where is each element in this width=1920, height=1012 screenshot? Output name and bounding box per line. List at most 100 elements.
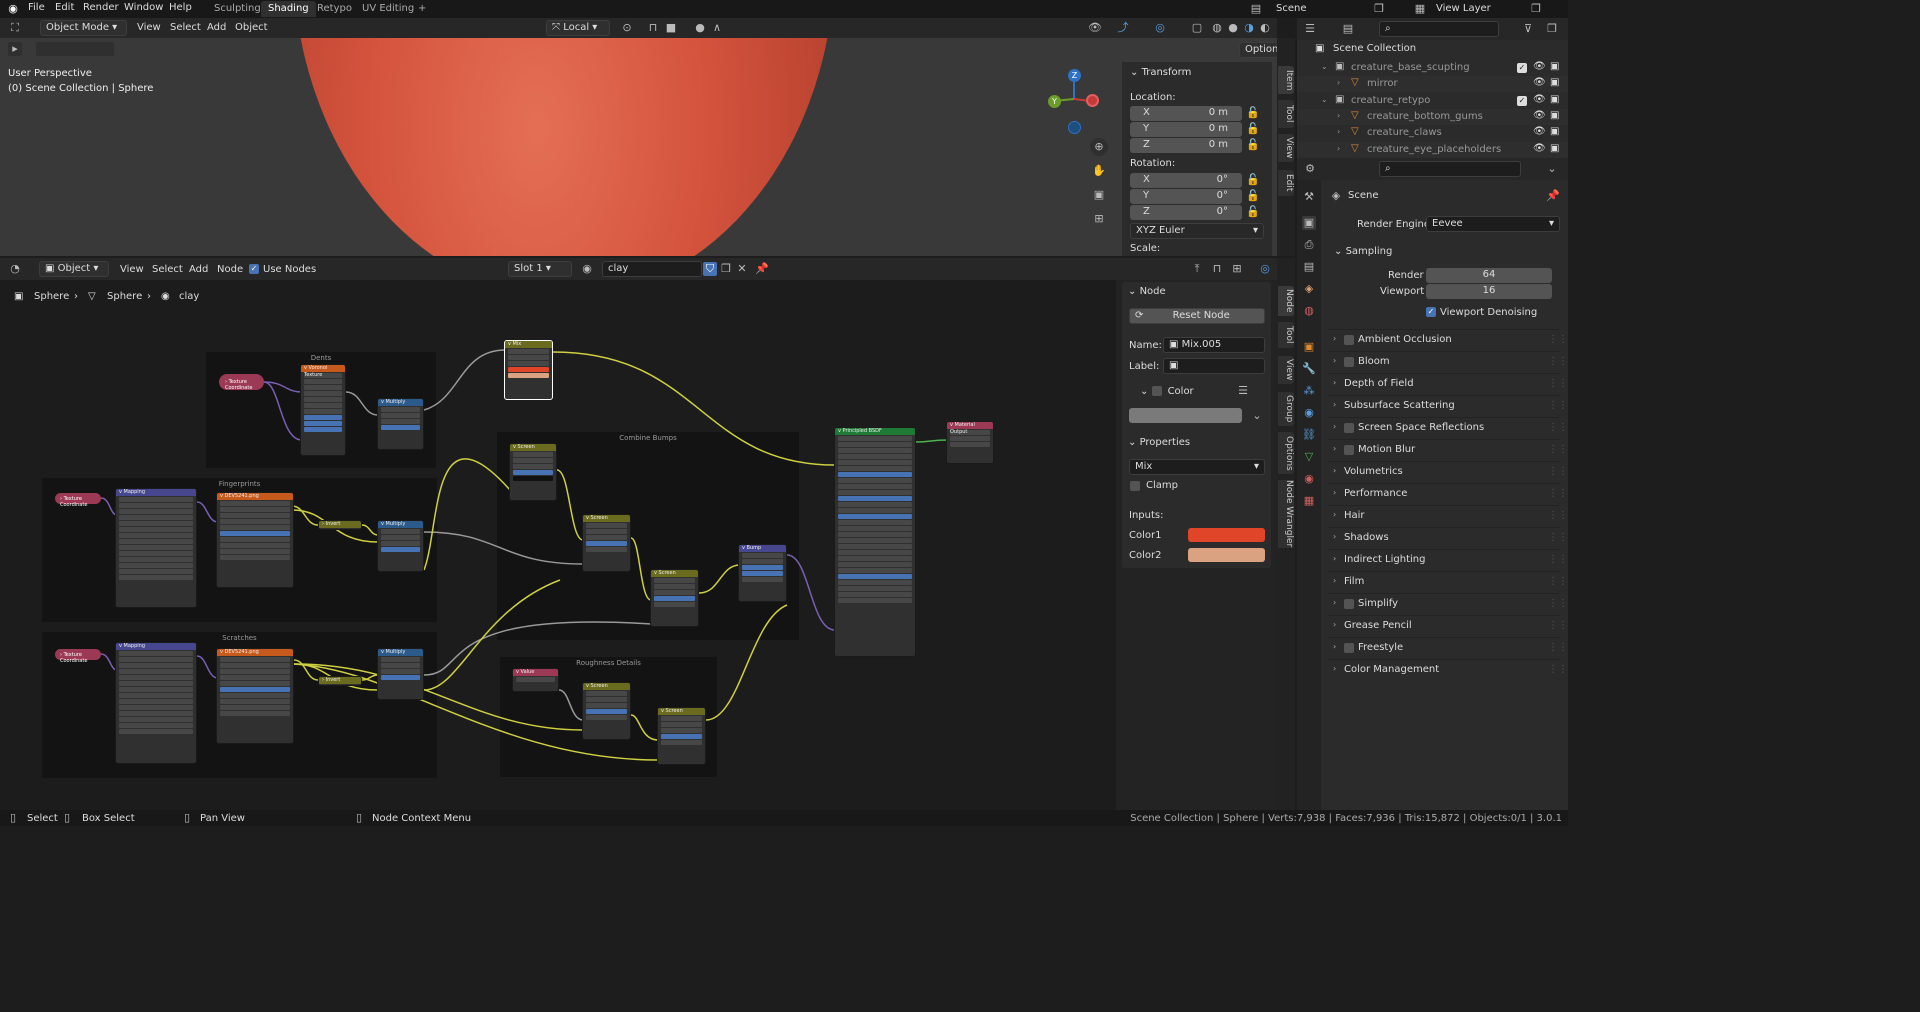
node-menu-select[interactable]: Select [152, 264, 183, 275]
section-color-management[interactable]: › Color Management ⋮⋮ [1328, 659, 1568, 679]
tweak-tool-icon[interactable]: ▸ [8, 42, 22, 56]
section-expand-icon[interactable]: › [1333, 444, 1336, 453]
rotation-x-field[interactable]: X 0° [1130, 173, 1242, 188]
constraints-tab-icon[interactable]: ⛓ [1302, 428, 1316, 442]
navigation-gizmo[interactable]: Z Y [1040, 64, 1110, 136]
properties-search-field[interactable]: ⌕ [1379, 161, 1521, 177]
menu-render[interactable]: Render [83, 2, 119, 13]
location-z-field[interactable]: Z 0 m [1130, 138, 1242, 153]
sphere-object[interactable] [293, 38, 835, 256]
material-name-field[interactable]: clay [602, 261, 702, 277]
new-scene-icon[interactable]: ❐ [1372, 2, 1386, 16]
outliner-row[interactable]: › ▽ creature_bottom_gums 👁 ▣ [1297, 109, 1568, 125]
outliner-expand-icon[interactable]: › [1337, 127, 1340, 136]
outliner-root[interactable]: Scene Collection [1333, 43, 1416, 54]
scene-icon[interactable]: ▤ [1249, 2, 1263, 16]
tab-item[interactable]: Item [1278, 66, 1294, 94]
node-image-texture-fingerprints[interactable]: v DEV5241.png [216, 492, 294, 588]
section-motion-blur[interactable]: › Motion Blur ⋮⋮ [1328, 439, 1568, 459]
drag-handle-icon[interactable]: ⋮⋮ [1548, 488, 1568, 499]
lock-location-z-icon[interactable]: 🔓 [1246, 138, 1260, 152]
outliner-search-field[interactable]: ⌕ [1379, 21, 1499, 37]
section-freestyle[interactable]: › Freestyle ⋮⋮ [1328, 637, 1568, 657]
object-tab-icon[interactable]: ▣ [1302, 340, 1316, 354]
rotation-mode-dropdown[interactable]: XYZ Euler ▾ [1130, 223, 1264, 239]
menu-edit[interactable]: Edit [55, 2, 74, 13]
render-camera-icon[interactable]: ▣ [1550, 110, 1559, 121]
solid-shading-icon[interactable]: ● [1226, 21, 1240, 35]
new-collection-icon[interactable]: ❐ [1545, 22, 1559, 36]
properties-section-title[interactable]: ⌄ Properties [1128, 437, 1190, 448]
material-tab-icon[interactable]: ◉ [1302, 472, 1316, 486]
outliner-row[interactable]: › ▽ creature_claws 👁 ▣ [1297, 125, 1568, 141]
visibility-eye-icon[interactable]: 👁 [1533, 110, 1546, 121]
node-menu-node[interactable]: Node [217, 264, 243, 275]
parent-node-tree-icon[interactable]: ⤒ [1190, 262, 1204, 276]
section-enable-checkbox[interactable] [1344, 599, 1354, 609]
section-enable-checkbox[interactable] [1344, 423, 1354, 433]
menu-help[interactable]: Help [169, 2, 192, 13]
drag-handle-icon[interactable]: ⋮⋮ [1548, 554, 1568, 565]
render-camera-icon[interactable]: ▣ [1550, 143, 1559, 154]
tool-tab-icon[interactable]: ⚒ [1302, 190, 1316, 204]
gizmo-y-axis[interactable]: Y [1048, 95, 1061, 108]
render-camera-icon[interactable]: ▣ [1550, 77, 1559, 88]
pivot-icon[interactable]: ⊙ [620, 21, 634, 35]
tab-group[interactable]: Group [1278, 392, 1294, 426]
node-name-field[interactable]: ▣ Mix.005 [1163, 337, 1265, 353]
visibility-eye-icon[interactable]: 👁 [1533, 94, 1546, 105]
node-menu-add[interactable]: Add [189, 264, 208, 275]
options-button[interactable]: Options [1239, 42, 1277, 58]
visibility-eye-icon[interactable]: 👁 [1533, 77, 1546, 88]
node-bump[interactable]: v Bump [738, 544, 787, 602]
wireframe-shading-icon[interactable]: ◍ [1210, 21, 1224, 35]
render-camera-icon[interactable]: ▣ [1550, 126, 1559, 137]
tab-retypo[interactable]: Retypo [310, 1, 359, 17]
section-expand-icon[interactable]: › [1333, 466, 1336, 475]
properties-options-icon[interactable]: ⌄ [1545, 162, 1559, 176]
node-mapping-fingerprints[interactable]: v Mapping [115, 488, 197, 608]
drag-handle-icon[interactable]: ⋮⋮ [1548, 510, 1568, 521]
scene-tab-icon[interactable]: ◈ [1302, 282, 1316, 296]
3d-viewport[interactable]: ▸ User Perspective (0) Scene Collection … [0, 38, 1277, 256]
pin-properties-icon[interactable]: 📌 [1546, 189, 1560, 203]
camera-icon[interactable]: ▣ [1090, 186, 1108, 204]
lock-rotation-z-icon[interactable]: 🔓 [1246, 205, 1260, 219]
section-expand-icon[interactable]: › [1333, 532, 1336, 541]
outliner-row[interactable]: ⌄ ▣ creature_base_scupting 👁 ▣ ✓ [1297, 60, 1568, 76]
node-screen-3[interactable]: v Screen [650, 569, 699, 627]
drag-handle-icon[interactable]: ⋮⋮ [1548, 576, 1568, 587]
section-performance[interactable]: › Performance ⋮⋮ [1328, 483, 1568, 503]
node-editor-canvas[interactable]: ▣ Sphere › ▽ Sphere › ◉ clay Dents Finge… [0, 280, 1116, 810]
scene-name[interactable]: Scene [1276, 3, 1307, 14]
section-ambient-occlusion[interactable]: › Ambient Occlusion ⋮⋮ [1328, 329, 1568, 349]
location-x-field[interactable]: X 0 m [1130, 106, 1242, 121]
tab-view[interactable]: View [1278, 134, 1294, 162]
tab-edit[interactable]: Edit [1278, 170, 1294, 196]
snap-target-icon[interactable]: ■ [664, 21, 678, 35]
pin-icon[interactable]: 📌 [755, 262, 769, 276]
node-mix-005[interactable]: v Mix [504, 340, 553, 400]
drag-handle-icon[interactable]: ⋮⋮ [1548, 422, 1568, 433]
section-expand-icon[interactable]: › [1333, 554, 1336, 563]
section-simplify[interactable]: › Simplify ⋮⋮ [1328, 593, 1568, 613]
section-bloom[interactable]: › Bloom ⋮⋮ [1328, 351, 1568, 371]
node-principled-bsdf[interactable]: v Principled BSDF [834, 427, 916, 657]
world-tab-icon[interactable]: ◍ [1302, 304, 1316, 318]
material-slot-dropdown[interactable]: Slot 1 ▾ [508, 261, 572, 277]
node-menu-view[interactable]: View [120, 264, 144, 275]
menu-window[interactable]: Window [124, 2, 163, 13]
lock-rotation-x-icon[interactable]: 🔓 [1246, 173, 1260, 187]
node-screen-roughness-2[interactable]: v Screen [657, 707, 706, 765]
rendered-shading-icon[interactable]: ◐ [1258, 21, 1272, 35]
drag-handle-icon[interactable]: ⋮⋮ [1548, 598, 1568, 609]
view-layer-name[interactable]: View Layer [1436, 3, 1491, 14]
editor-type-icon[interactable]: ⛶ [8, 21, 22, 35]
section-expand-icon[interactable]: › [1333, 510, 1336, 519]
outliner-expand-icon[interactable]: › [1337, 111, 1340, 120]
node-invert-fingerprints[interactable]: › Invert [318, 520, 362, 530]
viewport-menu-view[interactable]: View [137, 22, 161, 33]
view-layer-icon[interactable]: ▦ [1413, 2, 1427, 16]
drag-handle-icon[interactable]: ⋮⋮ [1548, 620, 1568, 631]
falloff-icon[interactable]: ∧ [710, 21, 724, 35]
